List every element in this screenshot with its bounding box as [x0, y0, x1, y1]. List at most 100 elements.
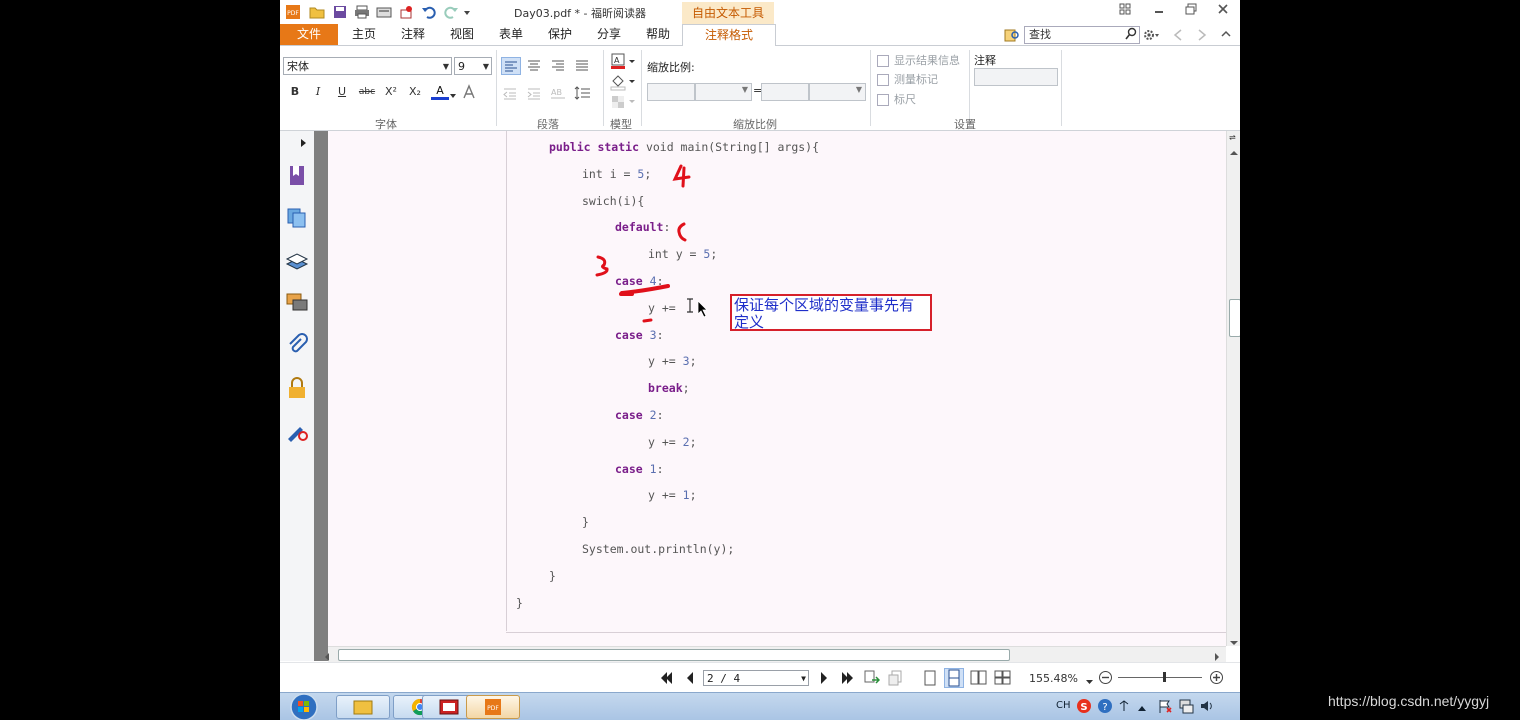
tab-comment-format[interactable]: 注释格式	[682, 24, 776, 47]
pages-thumbnail-icon[interactable]	[285, 206, 309, 230]
undo-icon[interactable]	[420, 3, 438, 21]
next-view-icon[interactable]	[888, 670, 904, 689]
fill-color-icon[interactable]	[610, 73, 636, 94]
text-callout-annotation[interactable]: 保证每个区域的变量事先有定义	[730, 294, 932, 331]
subscript-button[interactable]: X₂	[406, 83, 424, 101]
horizontal-scroll-thumb[interactable]	[338, 649, 1010, 661]
action-center-flag-icon[interactable]	[1157, 698, 1173, 717]
ime-options-icon[interactable]	[1118, 698, 1130, 717]
scroll-down-icon[interactable]	[1230, 635, 1238, 649]
restore-icon[interactable]	[1180, 2, 1202, 20]
save-icon[interactable]	[331, 3, 349, 21]
facing-pages-icon[interactable]	[970, 670, 988, 689]
scale-target-input[interactable]	[761, 83, 809, 101]
next-page-icon[interactable]	[819, 671, 829, 688]
start-button-icon[interactable]	[288, 692, 320, 720]
settings-gear-icon[interactable]	[1142, 27, 1160, 43]
tab-comment[interactable]: 注释	[392, 24, 434, 45]
taskbar-foxit-reader-icon[interactable]: PDF	[466, 695, 520, 719]
previous-view-icon[interactable]	[864, 670, 881, 689]
previous-page-icon[interactable]	[685, 671, 695, 688]
bold-button[interactable]: B	[286, 83, 304, 101]
opacity-icon[interactable]	[610, 93, 636, 114]
text-outline-icon[interactable]	[462, 84, 476, 103]
last-page-icon[interactable]	[840, 671, 854, 688]
font-color-button[interactable]: A	[431, 82, 449, 100]
zoom-dropdown-icon[interactable]	[1086, 674, 1093, 688]
search-input[interactable]: 查找	[1024, 26, 1140, 44]
ruler-checkbox[interactable]: 标尺	[877, 91, 916, 107]
scale-target-unit-select[interactable]: ▼	[809, 83, 866, 101]
zoom-slider-track[interactable]	[1118, 677, 1202, 678]
input-language-indicator[interactable]: CH	[1056, 700, 1071, 711]
tab-form[interactable]: 表单	[490, 24, 532, 45]
measure-mark-checkbox[interactable]: 测量标记	[877, 71, 938, 87]
tab-help[interactable]: 帮助	[637, 24, 679, 45]
collapse-ribbon-icon[interactable]	[1220, 28, 1232, 43]
signature-icon[interactable]	[285, 419, 309, 443]
line-spacing-icon[interactable]	[573, 85, 593, 103]
document-viewport[interactable]: public static void main(String[] args){i…	[328, 131, 1226, 646]
scroll-up-icon[interactable]	[1230, 145, 1238, 159]
show-hidden-icons-icon[interactable]	[1137, 701, 1147, 715]
comment-input[interactable]	[974, 68, 1058, 86]
help-icon[interactable]: ?	[1097, 698, 1113, 717]
network-icon[interactable]	[1178, 698, 1194, 717]
zoom-in-icon[interactable]	[1209, 670, 1224, 688]
zoom-level[interactable]: 155.48%	[1029, 672, 1078, 685]
zoom-out-icon[interactable]	[1098, 670, 1113, 688]
align-left-icon[interactable]	[501, 57, 521, 75]
vertical-scroll-thumb[interactable]	[1229, 299, 1240, 337]
strikethrough-button[interactable]: abc	[356, 83, 378, 101]
border-color-icon[interactable]: A	[610, 53, 636, 74]
zoom-slider-thumb[interactable]	[1163, 672, 1166, 682]
security-lock-icon[interactable]	[285, 376, 309, 400]
justify-icon[interactable]	[573, 57, 593, 75]
chevron-down-icon[interactable]	[450, 88, 456, 102]
stamp-icon[interactable]	[397, 3, 415, 21]
layout-grid-icon[interactable]	[1114, 2, 1136, 20]
print-icon[interactable]	[353, 3, 371, 21]
font-name-select[interactable]: 宋体 ▼	[283, 57, 452, 75]
nav-forward-icon[interactable]	[1196, 28, 1208, 45]
find-icon[interactable]	[1004, 27, 1020, 43]
redo-icon[interactable]	[442, 3, 460, 21]
minimize-icon[interactable]	[1148, 2, 1170, 20]
horizontal-scrollbar[interactable]	[325, 646, 1226, 662]
scan-icon[interactable]	[375, 3, 393, 21]
taskbar-explorer-icon[interactable]	[336, 695, 390, 719]
tab-view[interactable]: 视图	[441, 24, 483, 45]
character-spacing-icon[interactable]: AB	[549, 85, 569, 103]
show-result-info-checkbox[interactable]: 显示结果信息	[877, 52, 960, 68]
superscript-button[interactable]: X²	[382, 83, 400, 101]
bookmark-icon[interactable]	[285, 164, 309, 188]
expand-panel-icon[interactable]	[300, 137, 308, 151]
vertical-scrollbar[interactable]: ⇌	[1226, 131, 1240, 646]
close-icon[interactable]	[1212, 2, 1234, 20]
page-number-input[interactable]: 2 / 4 ▼	[703, 670, 809, 686]
italic-button[interactable]: I	[309, 83, 327, 101]
font-size-select[interactable]: 9 ▼	[454, 57, 492, 75]
align-right-icon[interactable]	[549, 57, 569, 75]
continuous-page-icon[interactable]	[944, 668, 964, 688]
continuous-facing-icon[interactable]	[994, 670, 1012, 689]
attachment-icon[interactable]	[285, 333, 309, 357]
align-center-icon[interactable]	[525, 57, 545, 75]
first-page-icon[interactable]	[660, 671, 674, 688]
search-icon[interactable]	[1125, 27, 1137, 46]
increase-indent-icon[interactable]	[525, 85, 545, 103]
underline-button[interactable]: U	[333, 83, 351, 101]
single-page-icon[interactable]	[923, 670, 937, 689]
tab-protect[interactable]: 保护	[539, 24, 581, 45]
tab-home[interactable]: 主页	[342, 24, 386, 45]
layers-icon[interactable]	[285, 249, 309, 273]
nav-back-icon[interactable]	[1172, 28, 1184, 45]
scale-unit-select[interactable]: ▼	[695, 83, 752, 101]
comments-icon[interactable]	[285, 291, 309, 315]
customize-quick-access-icon[interactable]	[461, 3, 473, 21]
open-icon[interactable]	[308, 3, 326, 21]
split-view-icon[interactable]: ⇌	[1229, 133, 1236, 142]
volume-icon[interactable]	[1199, 698, 1215, 717]
sogou-ime-icon[interactable]: S	[1076, 698, 1092, 717]
scale-value-input[interactable]	[647, 83, 695, 101]
